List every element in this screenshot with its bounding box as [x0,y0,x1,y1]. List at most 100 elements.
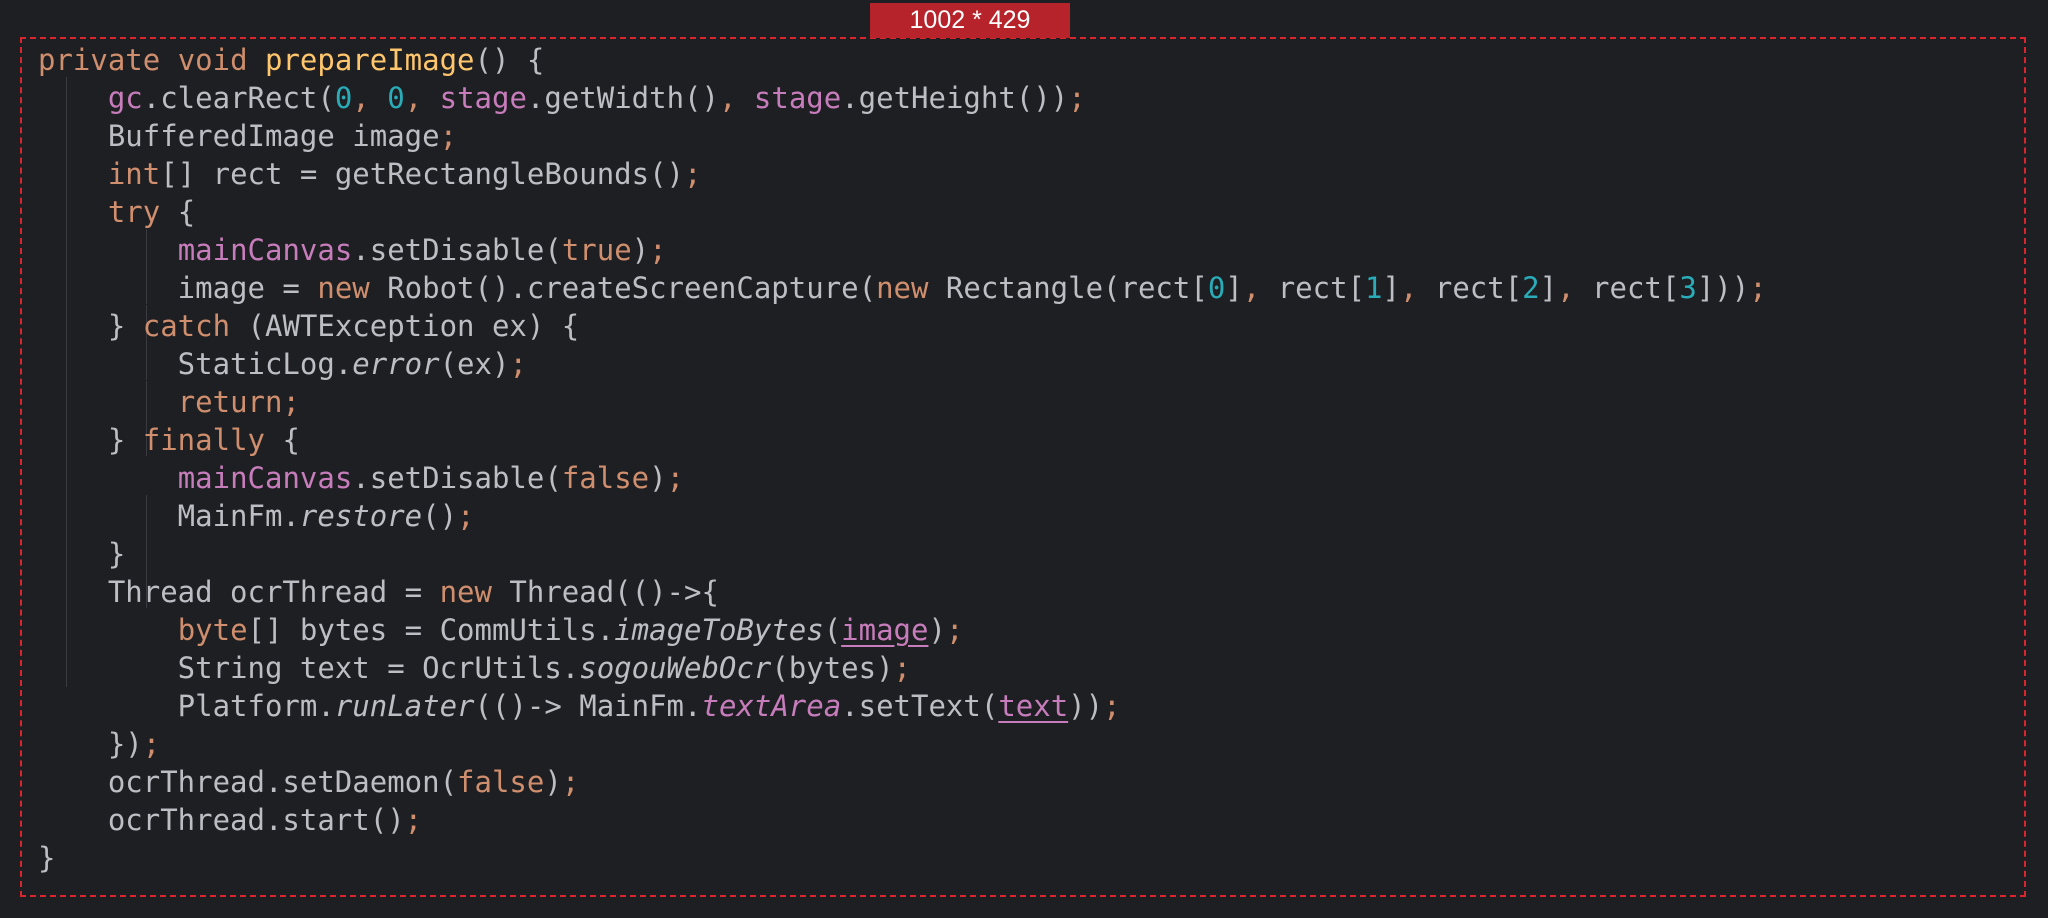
code-token: } [38,423,143,457]
code-token: mainCanvas [177,461,353,495]
code-token: () [422,499,458,533]
code-line: } finally { [38,421,1767,459]
code-line: String text = OcrUtils.sogouWebOcr(bytes… [38,649,1767,687]
code-token: ; [439,119,458,153]
code-token: ; [1103,689,1121,723]
code-line: } [38,839,1767,877]
code-token: ; [561,765,580,799]
code-token: ; [1068,81,1086,115]
code-token: [] bytes = CommUtils. [247,613,615,647]
code-token: ; [893,651,911,685]
code-token: gc [107,81,143,115]
code-token: ; [684,157,702,191]
code-token: , [1557,271,1593,305]
code-line: MainFm.restore(); [38,497,1767,535]
selection-size-badge: 1002 * 429 [870,3,1070,38]
code-token: , [1399,271,1435,305]
code-line: Platform.runLater(()-> MainFm.textArea.s… [38,687,1767,725]
code-token: int [107,157,161,191]
code-token: , [1242,271,1278,305]
code-token: (AWTException ex) { [247,309,580,343]
code-token: } [38,309,143,343]
code-token: runLater [334,689,475,723]
code-line: image = new Robot().createScreenCapture(… [38,269,1767,307]
code-token: image = [38,271,318,305]
code-token: ; [457,499,475,533]
code-token: { [282,423,300,457]
code-token: ; [509,347,527,381]
code-line: } [38,535,1767,573]
code-token: private [38,43,178,77]
code-token: 2 [1522,271,1540,305]
code-token: try [107,195,178,229]
code-token: ; [404,803,423,837]
code-token: new [876,271,946,305]
code-line: Thread ocrThread = new Thread(()->{ [38,573,1767,611]
code-line: ocrThread.setDaemon(false); [38,763,1767,801]
code-token: rect[ [1434,271,1523,305]
code-line: int[] rect = getRectangleBounds(); [38,155,1767,193]
code-token: new [439,575,510,609]
code-token: ocrThread.setDaemon( [38,765,458,799]
code-token: image [841,613,929,647]
code-token: { [177,195,196,229]
code-token: ; [1749,271,1767,305]
code-token: ( [823,613,842,647]
code-token: false [457,765,545,799]
code-token: ; [945,613,964,647]
code-token: error [352,347,440,381]
code-token: ) [928,613,946,647]
code-token: Robot().createScreenCapture( [387,271,877,305]
code-token: restore [299,499,423,533]
code-token: rect[ [1592,271,1680,305]
code-token: ; [142,727,161,761]
code-token: .setDisable( [352,461,562,495]
code-token: (()-> MainFm. [474,689,702,723]
code-editor[interactable]: private void prepareImage() { gc.clearRe… [38,41,1767,877]
code-line: mainCanvas.setDisable(false); [38,459,1767,497]
code-token: byte [177,613,248,647]
code-token: 0 [334,81,353,115]
code-line: byte[] bytes = CommUtils.imageToBytes(im… [38,611,1767,649]
code-token: .getWidth() [526,81,719,115]
code-token: () { [474,43,545,77]
code-token: ; [666,461,685,495]
code-token: ])) [1696,271,1750,305]
code-token: new [317,271,388,305]
code-token: }) [38,727,143,761]
code-token: sogouWebOcr [579,651,772,685]
code-line: StaticLog.error(ex); [38,345,1767,383]
code-token: ) [631,233,650,267]
code-line: gc.clearRect(0, 0, stage.getWidth(), sta… [38,79,1767,117]
code-token: ocrThread.start() [38,803,405,837]
code-token: Rectangle(rect[ [945,271,1208,305]
code-line: BufferedImage image; [38,117,1767,155]
code-token: finally [142,423,283,457]
code-token: false [561,461,650,495]
code-line: mainCanvas.setDisable(true); [38,231,1767,269]
code-token: 0 [387,81,405,115]
code-line: }); [38,725,1767,763]
code-token: ) [649,461,667,495]
code-token: void [177,43,265,77]
code-token: prepareImage [265,43,475,77]
code-token: .getHeight()) [841,81,1069,115]
code-token: 0 [1207,271,1226,305]
code-token: (ex) [439,347,510,381]
code-token: [] rect = getRectangleBounds() [160,157,685,191]
code-token: MainFm. [38,499,300,533]
code-line: return; [38,383,1767,421]
code-token: text [998,689,1069,723]
code-token: imageToBytes [614,613,824,647]
code-token: ] [1382,271,1400,305]
code-line: private void prepareImage() { [38,41,1767,79]
code-token: , [352,81,388,115]
code-token: catch [142,309,248,343]
